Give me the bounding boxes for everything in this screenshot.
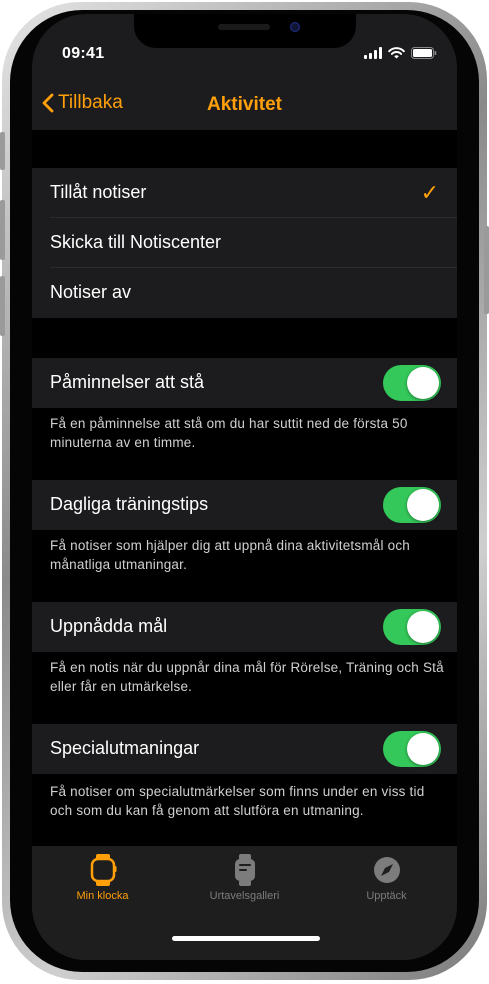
page-title: Aktivitet — [207, 94, 282, 115]
watch-face-icon — [234, 854, 255, 886]
tab-label: Upptäck — [366, 890, 407, 902]
status-icons — [364, 47, 437, 59]
setting-description: Få notiser som hjälper dig att uppnå din… — [50, 538, 410, 572]
tab-label: Min klocka — [76, 890, 129, 902]
daily-coaching-toggle[interactable] — [383, 487, 441, 523]
compass-icon — [373, 857, 400, 883]
tab-my-watch[interactable]: Min klocka — [32, 854, 173, 902]
toggle-knob — [407, 611, 439, 643]
side-button — [484, 226, 489, 314]
option-notices-off[interactable]: Notiser av — [32, 268, 457, 318]
tab-face-gallery[interactable]: Urtavelsgalleri — [174, 854, 315, 902]
checkmark-icon: ✓ — [420, 180, 439, 205]
toggle-knob — [407, 367, 439, 399]
setting-description: Få en notis när du uppnår dina mål för R… — [50, 660, 444, 694]
special-challenges-toggle[interactable] — [383, 731, 441, 767]
watch-icon — [90, 854, 116, 886]
speaker-grille — [218, 24, 270, 30]
setting-description: Få en påminnelse att stå om du har sutti… — [50, 416, 408, 450]
wifi-icon — [388, 47, 405, 59]
tab-label: Urtavelsgalleri — [209, 890, 280, 902]
option-label: Notiser av — [50, 282, 132, 302]
option-allow-notices[interactable]: Tillåt notiser ✓ — [32, 168, 457, 218]
goal-completions-toggle[interactable] — [383, 609, 441, 645]
toggle-knob — [407, 489, 439, 521]
setting-label: Dagliga träningstips — [50, 494, 209, 514]
battery-icon — [411, 47, 437, 59]
setting-label: Påminnelser att stå — [50, 372, 205, 392]
toggle-knob — [407, 733, 439, 765]
tab-discover[interactable]: Upptäck — [316, 854, 457, 902]
setting-label: Uppnådda mål — [50, 616, 168, 636]
front-camera — [290, 22, 300, 32]
setting-goal-completions: Uppnådda mål — [32, 602, 457, 652]
volume-up-button — [0, 200, 5, 260]
volume-down-button — [0, 276, 5, 336]
home-indicator[interactable] — [172, 936, 320, 941]
stand-reminders-toggle[interactable] — [383, 365, 441, 401]
settings-list[interactable]: Tillåt notiser ✓ Skicka till Notiscenter… — [32, 130, 457, 850]
navigation-bar: Tillbaka Aktivitet — [32, 84, 457, 128]
status-time: 09:41 — [62, 45, 105, 62]
setting-special-challenges: Specialutmaningar — [32, 724, 457, 774]
option-label: Skicka till Notiscenter — [50, 232, 222, 252]
cellular-signal-icon — [364, 47, 382, 59]
option-label: Tillåt notiser — [50, 182, 147, 202]
setting-label: Specialutmaningar — [50, 738, 200, 758]
screen: 09:41 Tillbaka Aktivitet Tillåt notiser … — [32, 14, 457, 960]
setting-daily-coaching: Dagliga träningstips — [32, 480, 457, 530]
setting-stand-reminders: Påminnelser att stå — [32, 358, 457, 408]
notch — [134, 14, 356, 48]
mute-switch — [0, 132, 5, 170]
tab-bar: Min klocka Urtavelsgalleri Upptäck — [32, 846, 457, 960]
option-send-to-notification-center[interactable]: Skicka till Notiscenter — [32, 218, 457, 268]
setting-description: Få notiser om specialutmärkelser som fin… — [50, 784, 425, 818]
